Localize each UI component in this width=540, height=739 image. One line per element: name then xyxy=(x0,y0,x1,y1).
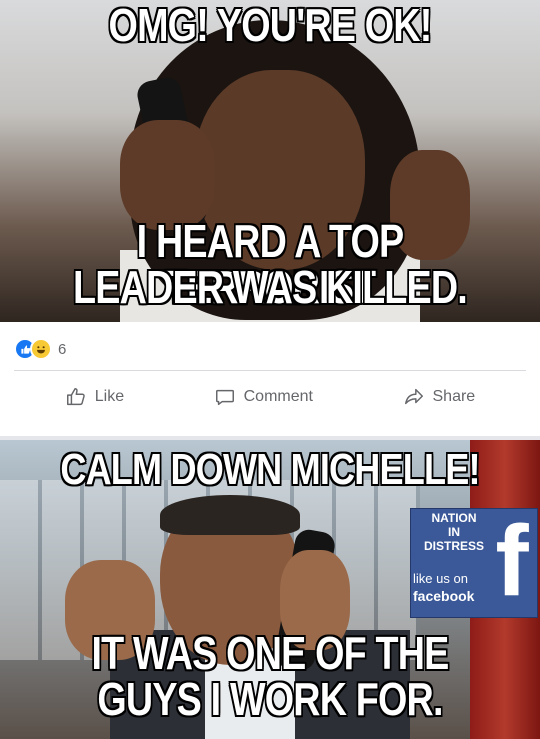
bottom-hair xyxy=(160,495,300,535)
facebook-f-icon: f xyxy=(495,505,529,617)
facebook-page-badge[interactable]: NATION IN DISTRESS like us on facebook f xyxy=(410,508,538,618)
share-button[interactable]: Share xyxy=(403,386,476,408)
comment-button[interactable]: Comment xyxy=(214,386,313,408)
badge-like-text: like us on xyxy=(413,571,468,586)
bottom-caption-line1: IT WAS ONE OF THE xyxy=(91,627,450,679)
badge-line1: NATION xyxy=(431,511,477,525)
comment-label: Comment xyxy=(243,388,313,405)
post-action-bar: 6 Like Comment Share xyxy=(0,322,540,440)
bottom-meme-image[interactable]: CALM DOWN MICHELLE! IT WAS ONE OF THE GU… xyxy=(0,440,540,739)
top-caption-header: OMG! YOU'RE OK! xyxy=(108,0,433,51)
badge-facebook-text: facebook xyxy=(413,588,475,604)
share-label: Share xyxy=(432,388,476,405)
bottom-caption-header: CALM DOWN MICHELLE! xyxy=(60,445,480,494)
share-icon xyxy=(404,388,423,405)
haha-reaction-icon xyxy=(30,338,52,360)
badge-line3: DISTRESS xyxy=(423,538,484,553)
badge-page-name: NATION IN DISTRESS xyxy=(414,511,494,553)
reactions-summary[interactable]: 6 xyxy=(14,338,66,360)
top-caption-line2: LEADER WAS KILLED. xyxy=(73,261,468,313)
action-divider xyxy=(14,370,526,371)
like-button[interactable]: Like xyxy=(65,386,124,408)
bottom-caption-line2: GUYS I WORK FOR. xyxy=(97,673,443,725)
like-label: Like xyxy=(94,388,125,405)
badge-line2: IN xyxy=(448,524,460,539)
comment-icon xyxy=(215,389,234,406)
top-meme-image[interactable]: OMG! YOU'RE OK! I HEARD A TOP TERRORIST … xyxy=(0,0,540,322)
action-buttons: Like Comment Share xyxy=(0,386,540,408)
top-left-hand xyxy=(120,120,215,230)
thumbs-up-icon xyxy=(66,388,85,406)
reaction-count: 6 xyxy=(58,340,67,358)
